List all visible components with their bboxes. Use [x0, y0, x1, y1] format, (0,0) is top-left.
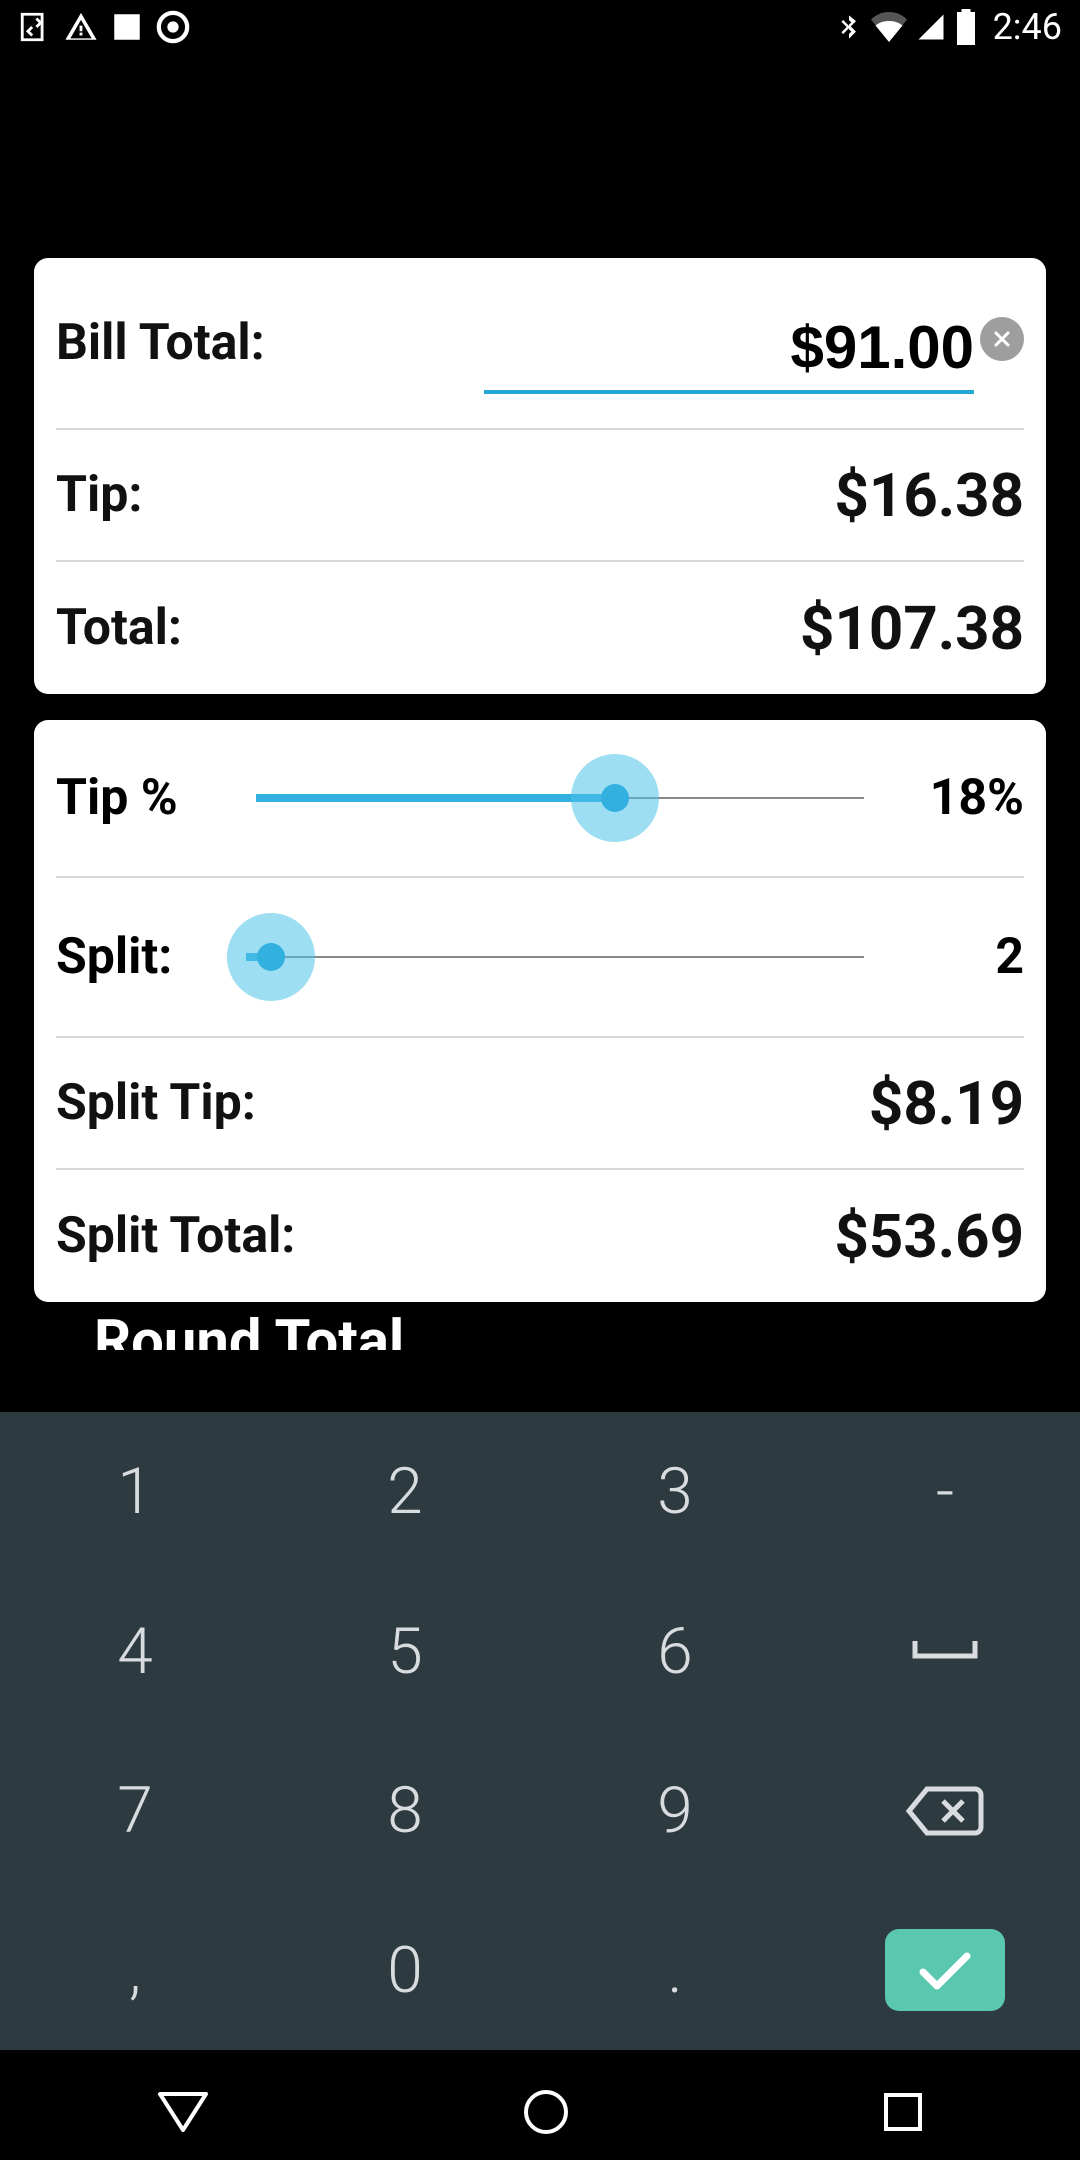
split-card: Tip % 18% Split: 2 Split Tip: $8.19 Spli… [34, 720, 1046, 1302]
circle-icon [522, 2088, 570, 2136]
split-row: Split: 2 [56, 878, 1024, 1038]
record-icon [156, 10, 190, 44]
check-icon [917, 1933, 973, 2008]
tip-value: $16.38 [834, 460, 1024, 531]
key-4[interactable]: 4 [0, 1572, 270, 1732]
status-right: 2:46 [835, 6, 1062, 48]
backspace-icon [905, 1784, 985, 1838]
tip-percent-label: Tip % [56, 769, 256, 827]
total-label: Total: [56, 599, 182, 657]
key-enter[interactable] [810, 1891, 1080, 2051]
back-button[interactable] [156, 2090, 210, 2134]
key-0[interactable]: 0 [270, 1891, 540, 2051]
tip-percent-slider[interactable] [256, 753, 864, 843]
sync-rotate-icon [18, 10, 52, 44]
home-button[interactable] [522, 2088, 570, 2136]
triangle-down-icon [156, 2090, 210, 2134]
bluetooth-icon [835, 10, 863, 44]
key-space[interactable] [810, 1572, 1080, 1732]
tip-row: Tip: $16.38 [56, 430, 1024, 562]
status-left [18, 10, 190, 44]
image-icon [110, 10, 144, 44]
split-total-row: Split Total: $53.69 [56, 1170, 1024, 1302]
key-comma[interactable]: , [0, 1891, 270, 2051]
status-bar: 2:46 [0, 0, 1080, 54]
total-row: Total: $107.38 [56, 562, 1024, 694]
numeric-keyboard: 1 2 3 - 4 5 6 7 8 9 , 0 . [0, 1412, 1080, 2050]
key-5[interactable]: 5 [270, 1572, 540, 1732]
space-icon [910, 1636, 980, 1666]
status-time: 2:46 [993, 6, 1062, 48]
wifi-icon [871, 12, 907, 42]
split-label: Split: [56, 928, 246, 986]
key-backspace[interactable] [810, 1731, 1080, 1891]
split-tip-row: Split Tip: $8.19 [56, 1038, 1024, 1170]
recents-button[interactable] [882, 2091, 924, 2133]
key-period[interactable]: . [540, 1891, 810, 2051]
key-7[interactable]: 7 [0, 1731, 270, 1891]
square-icon [882, 2091, 924, 2133]
key-minus[interactable]: - [810, 1412, 1080, 1572]
signal-icon [915, 12, 947, 42]
split-total-value: $53.69 [834, 1201, 1024, 1272]
totals-card: Bill Total: Tip: $16.38 Total: $107.38 [34, 258, 1046, 694]
bill-total-input[interactable] [484, 293, 974, 394]
battery-icon [955, 9, 977, 45]
bill-total-label: Bill Total: [56, 314, 265, 372]
round-total-heading-partial: Round Total [34, 1302, 1046, 1350]
key-8[interactable]: 8 [270, 1731, 540, 1891]
key-2[interactable]: 2 [270, 1412, 540, 1572]
split-slider[interactable] [246, 912, 864, 1002]
split-value: 2 [864, 928, 1024, 986]
tip-percent-value: 18% [864, 769, 1024, 827]
total-value: $107.38 [800, 593, 1024, 664]
key-3[interactable]: 3 [540, 1412, 810, 1572]
bill-total-row: Bill Total: [56, 258, 1024, 430]
clear-input-button[interactable] [980, 317, 1024, 361]
key-1[interactable]: 1 [0, 1412, 270, 1572]
tip-label: Tip: [56, 466, 142, 524]
close-icon [990, 327, 1014, 351]
split-tip-label: Split Tip: [56, 1074, 256, 1132]
key-6[interactable]: 6 [540, 1572, 810, 1732]
tip-percent-row: Tip % 18% [56, 720, 1024, 878]
navigation-bar [0, 2064, 1080, 2160]
split-total-label: Split Total: [56, 1207, 295, 1265]
key-9[interactable]: 9 [540, 1731, 810, 1891]
split-tip-value: $8.19 [869, 1068, 1024, 1139]
warning-icon [64, 10, 98, 44]
